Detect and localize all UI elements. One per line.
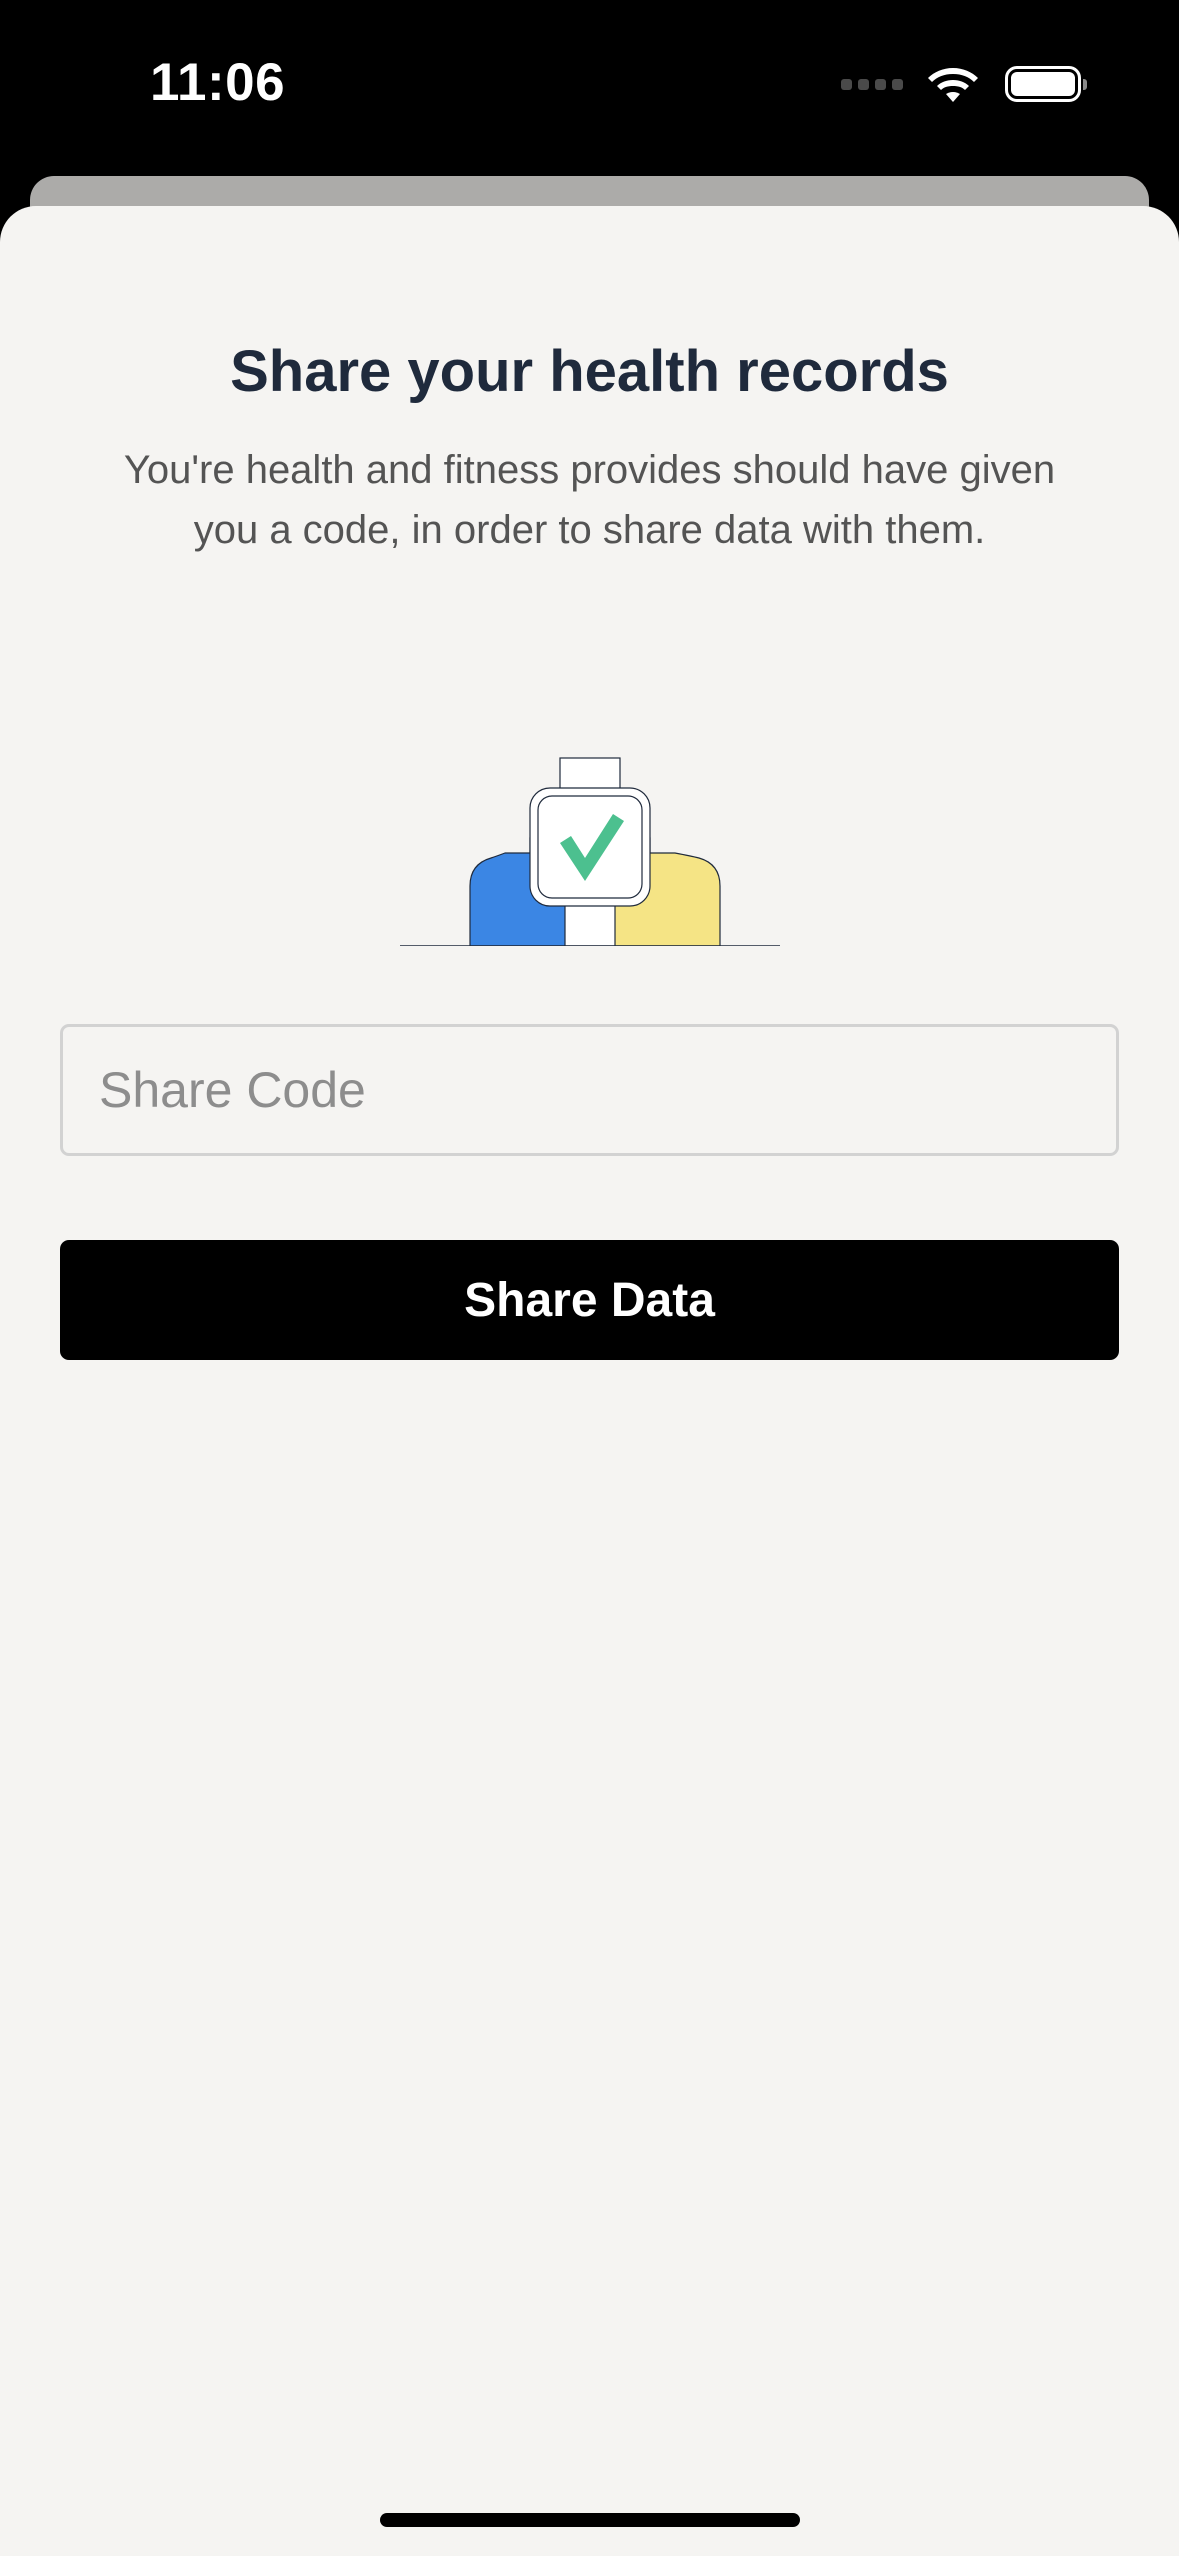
- share-records-sheet: Share your health records You're health …: [0, 206, 1179, 2556]
- home-indicator[interactable]: [380, 2513, 800, 2527]
- status-icons: [841, 64, 1087, 104]
- share-data-button[interactable]: Share Data: [60, 1240, 1119, 1360]
- subtitle-line-1: You're health and fitness provides shoul…: [123, 448, 1056, 492]
- smartwatch-checkmark-icon: [400, 757, 780, 946]
- share-code-input[interactable]: [60, 1024, 1119, 1156]
- page-subtitle: You're health and fitness provides shoul…: [80, 440, 1099, 560]
- status-bar: 11:06: [0, 0, 1179, 176]
- page-title: Share your health records: [230, 339, 949, 404]
- subtitle-line-2: you a code, in order to share data with …: [193, 508, 986, 552]
- battery-icon: [1005, 66, 1087, 102]
- status-time: 11:06: [150, 53, 286, 112]
- wifi-icon: [928, 68, 978, 102]
- screen: 11:06 Share your health records You're h…: [0, 0, 1179, 2556]
- signal-dots-icon: [841, 78, 903, 90]
